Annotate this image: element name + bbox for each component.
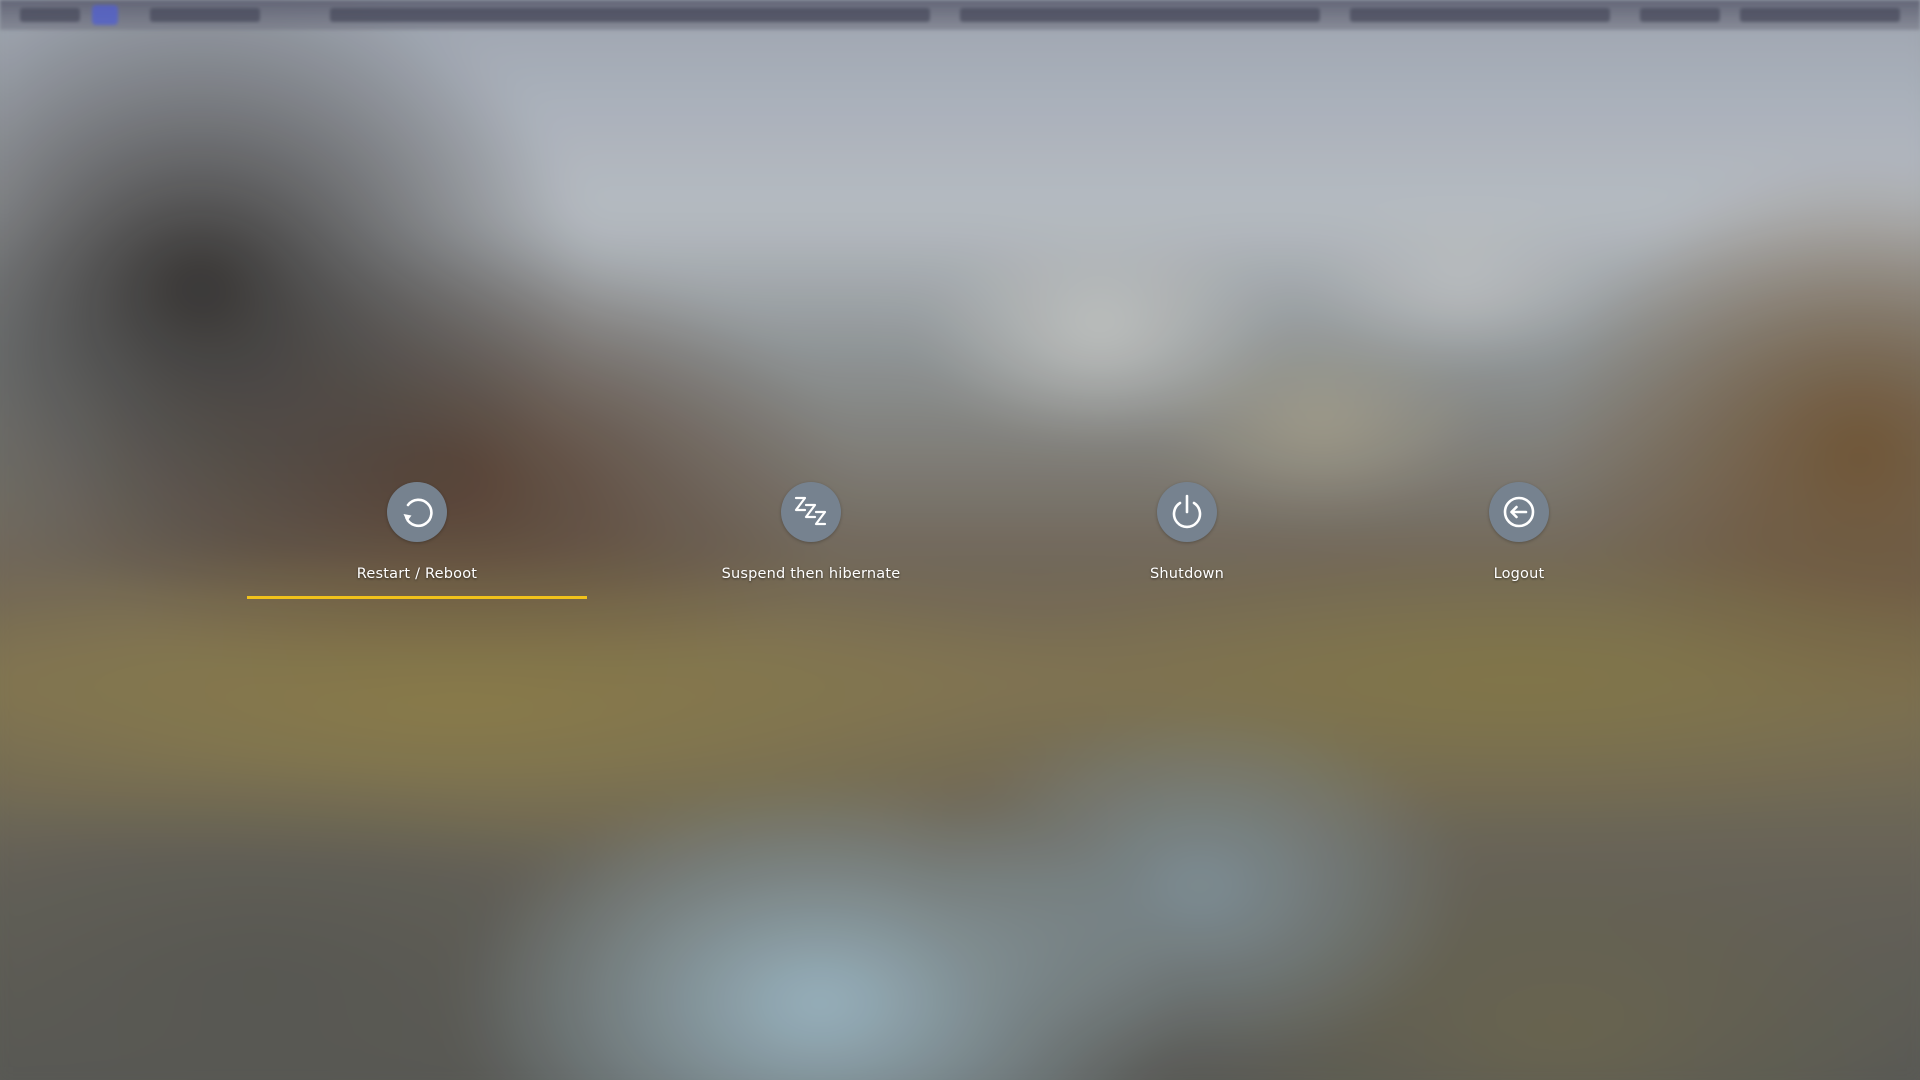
logout-label: Logout bbox=[1493, 566, 1545, 582]
shutdown-button[interactable]: Shutdown bbox=[1017, 482, 1357, 602]
top-panel bbox=[0, 0, 1920, 30]
restart-icon bbox=[387, 482, 447, 542]
sleep-zzz-icon bbox=[781, 482, 841, 542]
suspend-label: Suspend then hibernate bbox=[721, 566, 901, 582]
panel-item bbox=[20, 8, 80, 22]
power-menu: Restart / Reboot Suspend then hibernate … bbox=[0, 482, 1920, 602]
panel-item bbox=[330, 8, 930, 22]
panel-item bbox=[1740, 8, 1900, 22]
workspace-indicator bbox=[92, 5, 118, 25]
power-icon bbox=[1157, 482, 1217, 542]
selection-underline bbox=[247, 596, 587, 599]
logout-icon bbox=[1489, 482, 1549, 542]
panel-item bbox=[150, 8, 260, 22]
restart-button[interactable]: Restart / Reboot bbox=[247, 482, 587, 602]
panel-item bbox=[1640, 8, 1720, 22]
suspend-hibernate-button[interactable]: Suspend then hibernate bbox=[641, 482, 981, 602]
shutdown-label: Shutdown bbox=[1150, 566, 1224, 582]
restart-label: Restart / Reboot bbox=[356, 566, 478, 582]
panel-item bbox=[1350, 8, 1610, 22]
logout-button[interactable]: Logout bbox=[1349, 482, 1689, 602]
panel-item bbox=[960, 8, 1320, 22]
